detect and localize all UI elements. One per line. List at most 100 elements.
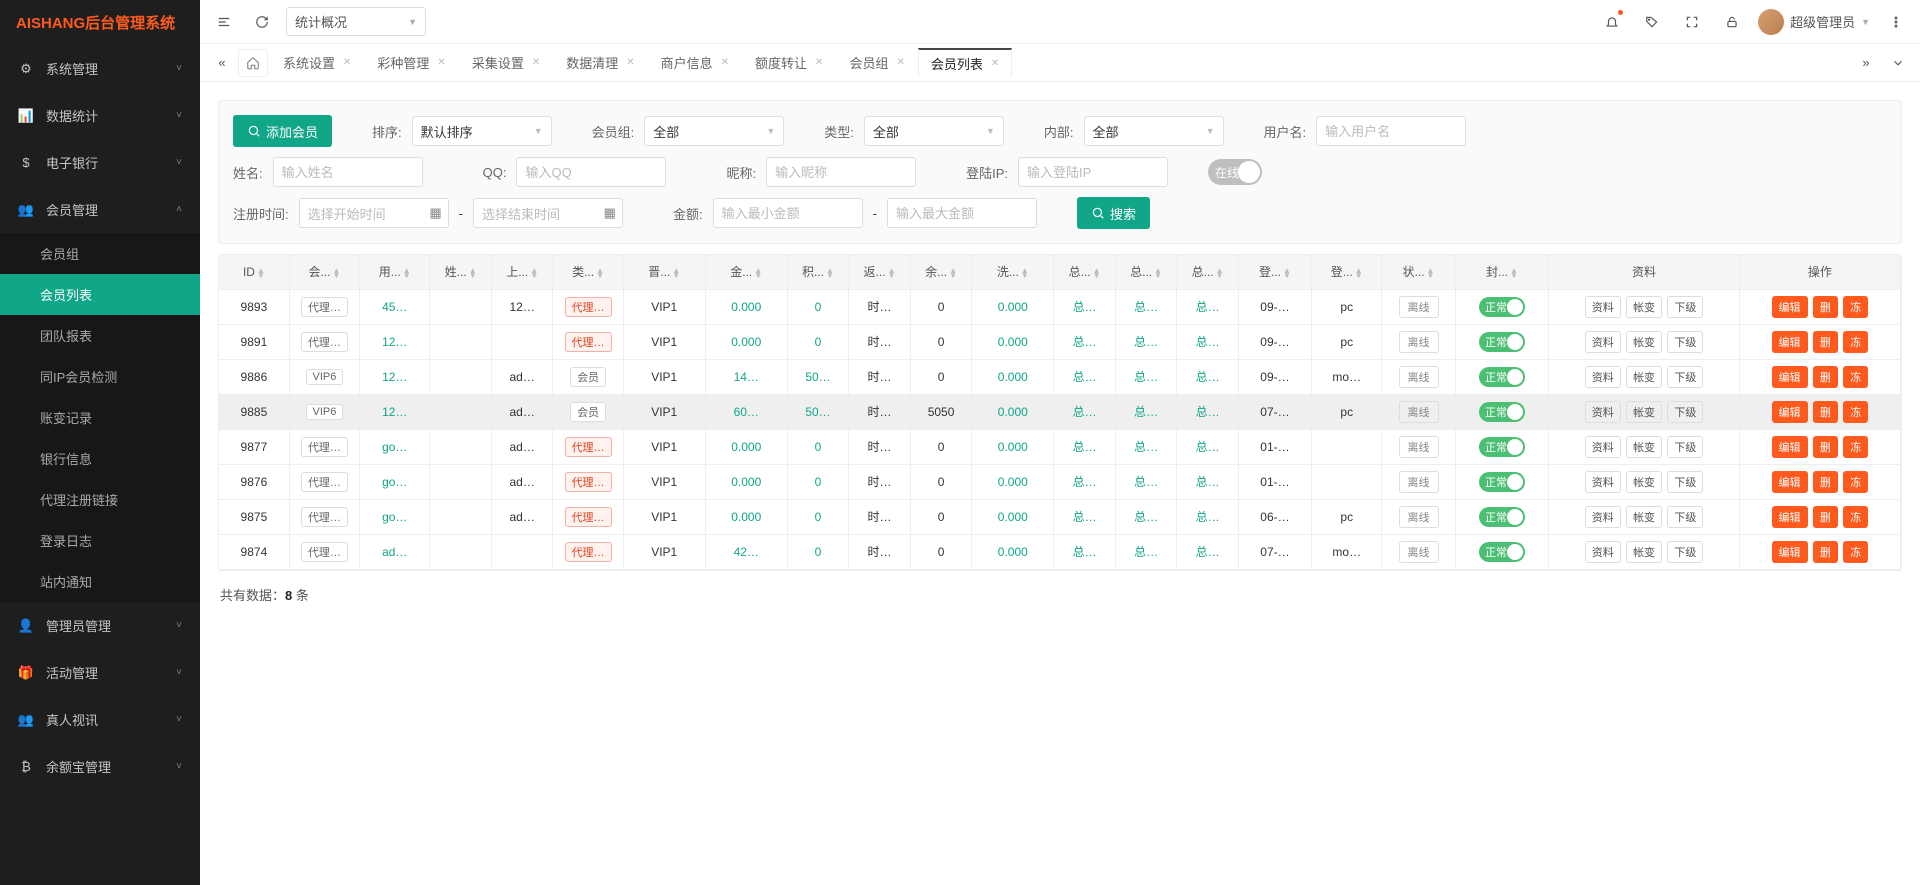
menu-group-6[interactable]: 👥真人视讯˅ <box>0 696 200 743</box>
col-header[interactable]: ID▲▼ <box>219 255 289 289</box>
submenu-item[interactable]: 同IP会员检测 <box>0 356 200 397</box>
col-header[interactable]: 操作 <box>1739 255 1900 289</box>
delete-button[interactable]: 删 <box>1813 471 1838 493</box>
edit-button[interactable]: 编辑 <box>1772 331 1808 353</box>
close-icon[interactable]: ✕ <box>532 57 540 68</box>
block-switch[interactable]: 正常 <box>1479 297 1525 317</box>
sub-button[interactable]: 下级 <box>1667 401 1703 423</box>
sub-button[interactable]: 下级 <box>1667 471 1703 493</box>
submenu-item[interactable]: 银行信息 <box>0 438 200 479</box>
col-header[interactable]: 资料 <box>1549 255 1739 289</box>
col-header[interactable]: 类...▲▼ <box>553 255 623 289</box>
edit-button[interactable]: 编辑 <box>1772 436 1808 458</box>
close-icon[interactable]: ✕ <box>991 58 999 69</box>
acct-button[interactable]: 帐变 <box>1626 401 1662 423</box>
data-button[interactable]: 资料 <box>1585 436 1621 458</box>
fullscreen-button[interactable] <box>1678 8 1706 36</box>
col-header[interactable]: 状...▲▼ <box>1382 255 1455 289</box>
col-header[interactable]: 洗...▲▼ <box>972 255 1054 289</box>
points-link[interactable]: 0 <box>815 545 822 559</box>
block-switch[interactable]: 正常 <box>1479 507 1525 527</box>
tab[interactable]: 采集设置✕ <box>459 48 553 78</box>
sub-button[interactable]: 下级 <box>1667 296 1703 318</box>
page-select[interactable]: 统计概况 ▼ <box>286 7 426 36</box>
block-switch[interactable]: 正常 <box>1479 367 1525 387</box>
sub-button[interactable]: 下级 <box>1667 506 1703 528</box>
col-header[interactable]: 姓...▲▼ <box>430 255 492 289</box>
freeze-button[interactable]: 冻 <box>1843 366 1868 388</box>
tabs-menu-button[interactable] <box>1884 49 1912 77</box>
group-select[interactable]: 全部▼ <box>644 116 784 146</box>
nick-input[interactable] <box>766 157 916 187</box>
edit-button[interactable]: 编辑 <box>1772 296 1808 318</box>
user-link[interactable]: ad… <box>382 545 407 559</box>
user-link[interactable]: 12… <box>382 335 407 349</box>
acct-button[interactable]: 帐变 <box>1626 541 1662 563</box>
delete-button[interactable]: 删 <box>1813 506 1838 528</box>
delete-button[interactable]: 删 <box>1813 296 1838 318</box>
menu-group-3[interactable]: 👥会员管理˄ <box>0 186 200 233</box>
freeze-button[interactable]: 冻 <box>1843 331 1868 353</box>
delete-button[interactable]: 删 <box>1813 366 1838 388</box>
data-button[interactable]: 资料 <box>1585 401 1621 423</box>
tabs-next-button[interactable]: » <box>1852 49 1880 77</box>
freeze-button[interactable]: 冻 <box>1843 471 1868 493</box>
user-link[interactable]: 12… <box>382 405 407 419</box>
amount-max-input[interactable] <box>887 198 1037 228</box>
data-button[interactable]: 资料 <box>1585 541 1621 563</box>
menu-group-0[interactable]: ⚙系统管理˅ <box>0 45 200 92</box>
wash-link[interactable]: 0.000 <box>998 370 1028 384</box>
submenu-item[interactable]: 登录日志 <box>0 520 200 561</box>
user-link[interactable]: 12… <box>382 370 407 384</box>
points-link[interactable]: 0 <box>815 335 822 349</box>
delete-button[interactable]: 删 <box>1813 541 1838 563</box>
sub-button[interactable]: 下级 <box>1667 331 1703 353</box>
refresh-button[interactable] <box>248 8 276 36</box>
delete-button[interactable]: 删 <box>1813 401 1838 423</box>
block-switch[interactable]: 正常 <box>1479 437 1525 457</box>
amount-min-input[interactable] <box>713 198 863 228</box>
data-button[interactable]: 资料 <box>1585 471 1621 493</box>
col-header[interactable]: 登...▲▼ <box>1238 255 1311 289</box>
points-link[interactable]: 0 <box>815 440 822 454</box>
tab[interactable]: 商户信息✕ <box>648 48 742 78</box>
tab[interactable]: 系统设置✕ <box>270 48 364 78</box>
submenu-item[interactable]: 站内通知 <box>0 561 200 602</box>
wash-link[interactable]: 0.000 <box>998 405 1028 419</box>
edit-button[interactable]: 编辑 <box>1772 541 1808 563</box>
block-switch[interactable]: 正常 <box>1479 542 1525 562</box>
data-button[interactable]: 资料 <box>1585 331 1621 353</box>
points-link[interactable]: 50… <box>805 405 830 419</box>
tab[interactable]: 会员组✕ <box>836 48 917 78</box>
wash-link[interactable]: 0.000 <box>998 440 1028 454</box>
submenu-item[interactable]: 账变记录 <box>0 397 200 438</box>
money-link[interactable]: 0.000 <box>731 510 761 524</box>
tab[interactable]: 数据清理✕ <box>553 48 647 78</box>
menu-group-4[interactable]: 👤管理员管理˅ <box>0 602 200 649</box>
acct-button[interactable]: 帐变 <box>1626 506 1662 528</box>
reg-end-input[interactable]: 选择结束时间▦ <box>473 198 623 228</box>
col-header[interactable]: 返...▲▼ <box>849 255 911 289</box>
add-member-button[interactable]: 添加会员 <box>233 115 332 147</box>
tag-button[interactable] <box>1638 8 1666 36</box>
close-icon[interactable]: ✕ <box>896 57 904 68</box>
money-link[interactable]: 0.000 <box>731 440 761 454</box>
acct-button[interactable]: 帐变 <box>1626 436 1662 458</box>
money-link[interactable]: 0.000 <box>731 335 761 349</box>
points-link[interactable]: 0 <box>815 475 822 489</box>
freeze-button[interactable]: 冻 <box>1843 436 1868 458</box>
col-header[interactable]: 上...▲▼ <box>491 255 553 289</box>
col-header[interactable]: 总...▲▼ <box>1177 255 1239 289</box>
ip-input[interactable] <box>1018 157 1168 187</box>
submenu-item[interactable]: 会员列表 <box>0 274 200 315</box>
user-link[interactable]: go… <box>382 510 407 524</box>
close-icon[interactable]: ✕ <box>343 57 351 68</box>
money-link[interactable]: 0.000 <box>731 300 761 314</box>
data-button[interactable]: 资料 <box>1585 296 1621 318</box>
menu-group-7[interactable]: ₿余额宝管理˅ <box>0 743 200 790</box>
wash-link[interactable]: 0.000 <box>998 510 1028 524</box>
submenu-item[interactable]: 团队报表 <box>0 315 200 356</box>
edit-button[interactable]: 编辑 <box>1772 401 1808 423</box>
more-button[interactable] <box>1882 8 1910 36</box>
data-button[interactable]: 资料 <box>1585 506 1621 528</box>
